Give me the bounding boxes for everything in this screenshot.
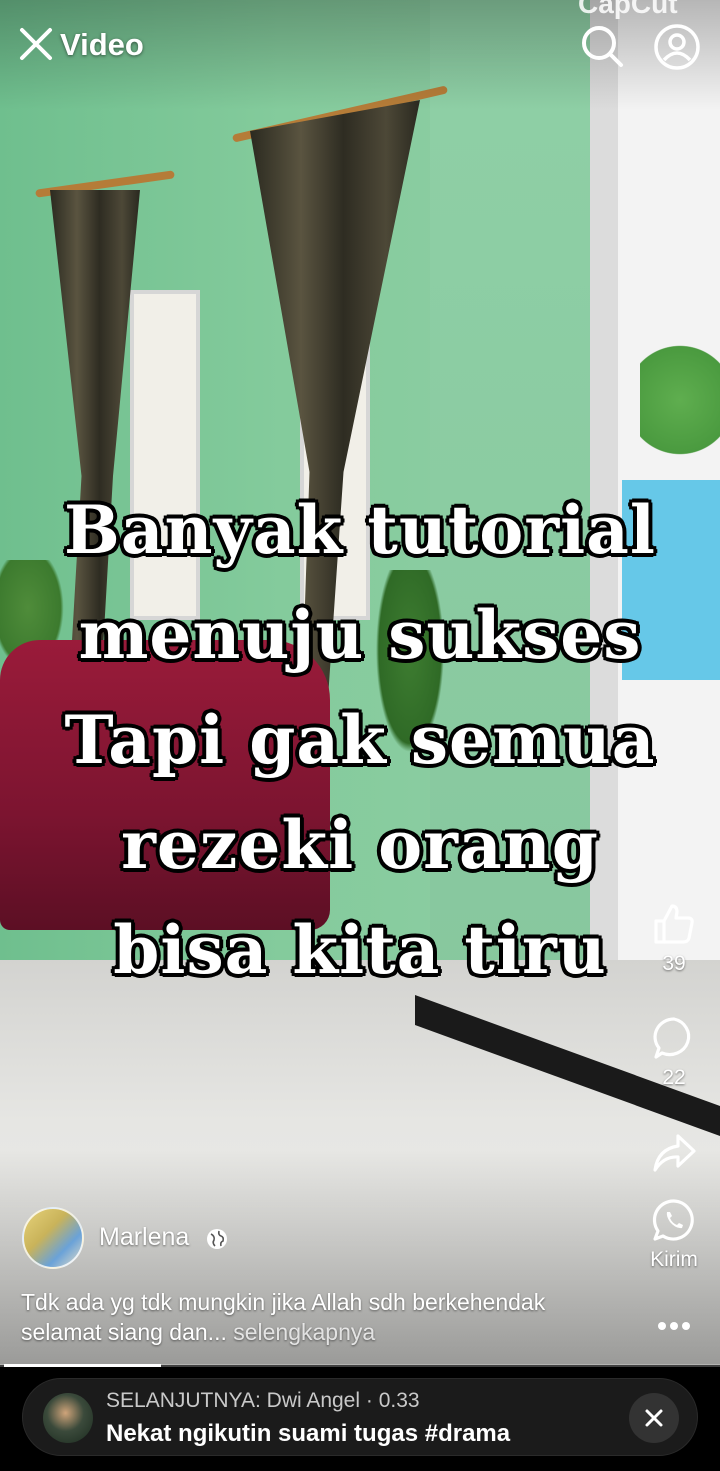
- globe-icon: [207, 1229, 227, 1249]
- author-name[interactable]: Marlena: [99, 1223, 189, 1252]
- close-icon: [20, 28, 52, 60]
- profile-button[interactable]: [652, 22, 702, 72]
- more-horizontal-icon: [658, 1322, 690, 1330]
- overlay-line: Tapi gak semua: [64, 701, 656, 779]
- profile-icon: [654, 24, 700, 70]
- close-icon: [645, 1409, 663, 1427]
- dismiss-up-next-button[interactable]: [629, 1393, 679, 1443]
- capcut-watermark: CapCut: [578, 0, 678, 19]
- search-icon: [582, 26, 623, 67]
- up-next-bar[interactable]: SELANJUTNYA: Dwi Angel · 0.33 Nekat ngik…: [22, 1378, 698, 1456]
- author-avatar[interactable]: [22, 1207, 84, 1269]
- share-icon: [653, 1134, 696, 1172]
- up-next-thumbnail: [43, 1393, 93, 1443]
- more-options-button[interactable]: [652, 1314, 696, 1338]
- send-whatsapp-button[interactable]: Kirim: [640, 1198, 708, 1272]
- thumbs-up-icon: [654, 904, 694, 944]
- page-title: Video: [60, 27, 144, 62]
- send-label: Kirim: [650, 1248, 698, 1271]
- whatsapp-icon: [652, 1199, 694, 1241]
- post-caption[interactable]: Tdk ada yg tdk mungkin jika Allah sdh be…: [21, 1287, 621, 1347]
- overlay-line: rezeki orang: [121, 806, 599, 884]
- close-button[interactable]: [16, 24, 56, 64]
- comment-icon: [653, 1017, 691, 1059]
- outside-tree: [640, 320, 720, 480]
- like-button[interactable]: 39: [640, 902, 708, 976]
- overlay-line: menuju sukses: [78, 596, 642, 674]
- up-next-title: Nekat ngikutin suami tugas #drama: [106, 1420, 511, 1447]
- share-button[interactable]: [640, 1132, 708, 1176]
- video-progress-fill: [4, 1364, 161, 1367]
- video-progress-bar[interactable]: [0, 1364, 720, 1367]
- video-overlay-text: Banyak tutorial menuju sukses Tapi gak s…: [60, 478, 660, 1003]
- search-button[interactable]: [578, 22, 626, 70]
- comment-button[interactable]: 22: [640, 1016, 708, 1090]
- comment-count: 22: [662, 1066, 686, 1089]
- overlay-line: bisa kita tiru: [113, 911, 607, 989]
- like-count: 39: [662, 952, 686, 975]
- see-more-link[interactable]: selengkapnya: [233, 1319, 375, 1345]
- up-next-label: SELANJUTNYA: Dwi Angel · 0.33: [106, 1389, 420, 1412]
- overlay-line: Banyak tutorial: [63, 491, 657, 569]
